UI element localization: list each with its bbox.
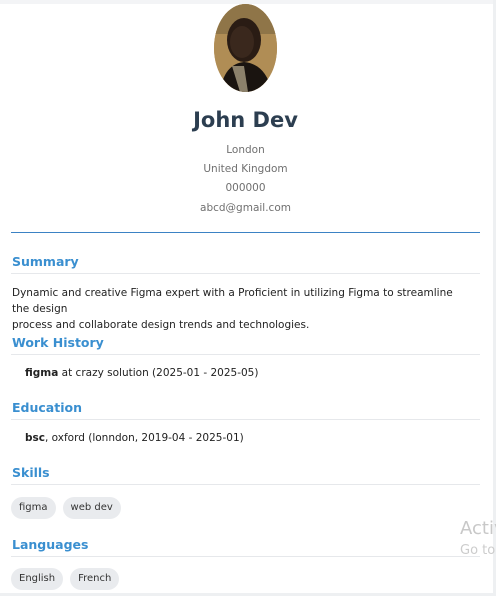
profile-phone: 000000 [225,182,266,194]
summary-line-2: process and collaborate design trends an… [12,319,310,331]
profile-city: London [226,144,265,156]
avatar-photo [214,4,277,92]
profile-email: abcd@gmail.com [200,202,291,214]
skills-rule [11,484,480,485]
education-item: bsc, oxford (lonndon, 2019-04 - 2025-01) [25,432,244,444]
language-chip: French [70,568,120,590]
work-detail: at crazy solution (2025-01 - 2025-05) [58,367,259,379]
resume-page: John Dev London United Kingdom 000000 ab… [0,0,496,596]
header-divider [11,232,480,233]
languages-rule [11,556,480,557]
summary-heading: Summary [12,254,79,269]
education-degree: bsc [25,432,45,444]
skills-heading: Skills [12,465,50,480]
work-role: figma [25,367,59,379]
work-history-rule [11,354,480,355]
summary-text: Dynamic and creative Figma expert with a… [12,285,472,333]
skill-chip: web dev [62,497,121,519]
avatar [214,4,277,92]
activation-watermark-title: Activ [460,518,496,539]
education-rule [11,419,480,420]
languages-list: English French [11,568,120,590]
education-heading: Education [12,400,82,415]
summary-rule [11,273,480,274]
profile-name: John Dev [193,108,298,132]
languages-heading: Languages [12,537,89,552]
language-chip: English [11,568,64,590]
work-history-item: figma at crazy solution (2025-01 - 2025-… [25,367,258,379]
work-history-heading: Work History [12,335,104,350]
profile-country: United Kingdom [203,163,288,175]
education-detail: , oxford (lonndon, 2019-04 - 2025-01) [45,432,244,444]
activation-watermark-subtitle: Go to [460,543,496,558]
summary-line-1: Dynamic and creative Figma expert with a… [12,287,453,315]
skill-chip: figma [11,497,56,519]
skills-list: figma web dev [11,497,121,519]
